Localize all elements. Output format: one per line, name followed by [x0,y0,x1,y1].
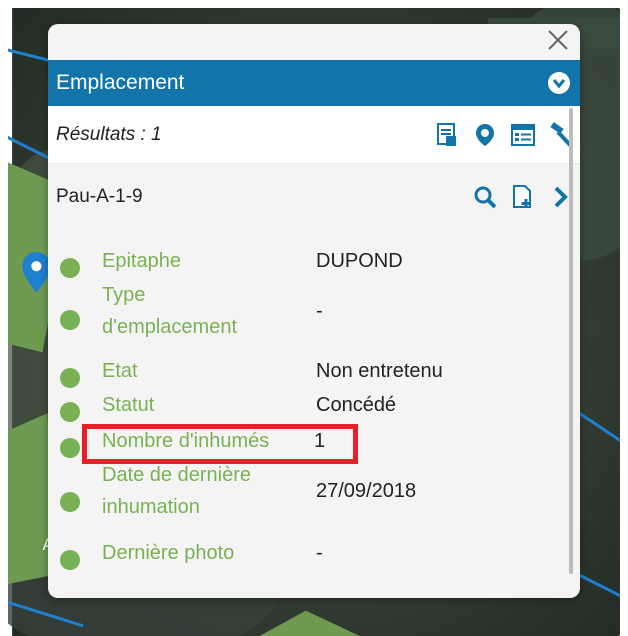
chevron-right-icon [554,186,568,208]
field-label-line: inhumation [102,496,200,518]
record-name: Pau-A-1-9 [56,186,143,207]
field-value: - [316,542,323,564]
close-button[interactable] [544,26,572,54]
field-label-line: d'emplacement [102,316,237,338]
field-label: Etat [102,360,138,382]
search-button[interactable] [472,184,498,210]
status-dot [60,438,80,458]
status-dot [60,550,80,570]
form-icon [511,123,535,146]
field-value: DUPOND [316,250,403,272]
collapse-button[interactable] [548,72,570,94]
chevron-down-circle-icon [552,79,566,89]
form-button[interactable] [510,122,536,148]
report-button[interactable] [434,122,460,148]
panel-title: Emplacement [56,71,185,94]
field-label: Epitaphe [102,250,181,272]
record-toolbar [472,184,574,210]
close-icon [548,30,568,50]
field-value: Non entretenu [316,360,443,382]
status-dot [60,402,80,422]
highlight-box [82,424,358,464]
emplacement-popup: Emplacement Résultats : 1 Pau-A-1-9 Epit… [48,24,580,598]
status-dot [60,368,80,388]
status-dot [60,258,80,278]
search-icon [474,186,497,209]
results-count: Résultats : 1 [56,123,162,145]
status-dot [60,310,80,330]
add-document-button[interactable] [510,184,536,210]
locate-button[interactable] [472,122,498,148]
results-toolbar [434,121,574,148]
field-label: Dernière photo [102,542,235,564]
panel-header: Emplacement [48,60,580,106]
locate-icon [476,123,494,146]
results-bar: Résultats : 1 [48,106,580,164]
report-icon [437,122,456,146]
scrollbar[interactable] [569,108,573,574]
field-label-line: Date de dernière [102,464,251,486]
field-label-line: Type [102,284,146,306]
field-value: Concédé [316,394,397,416]
field-value: 27/09/2018 [316,480,417,502]
status-dot [60,492,80,512]
add-document-icon [513,185,531,208]
field-label: Statut [102,394,155,416]
field-value: - [316,300,323,322]
record-row: Pau-A-1-9 [48,168,580,226]
